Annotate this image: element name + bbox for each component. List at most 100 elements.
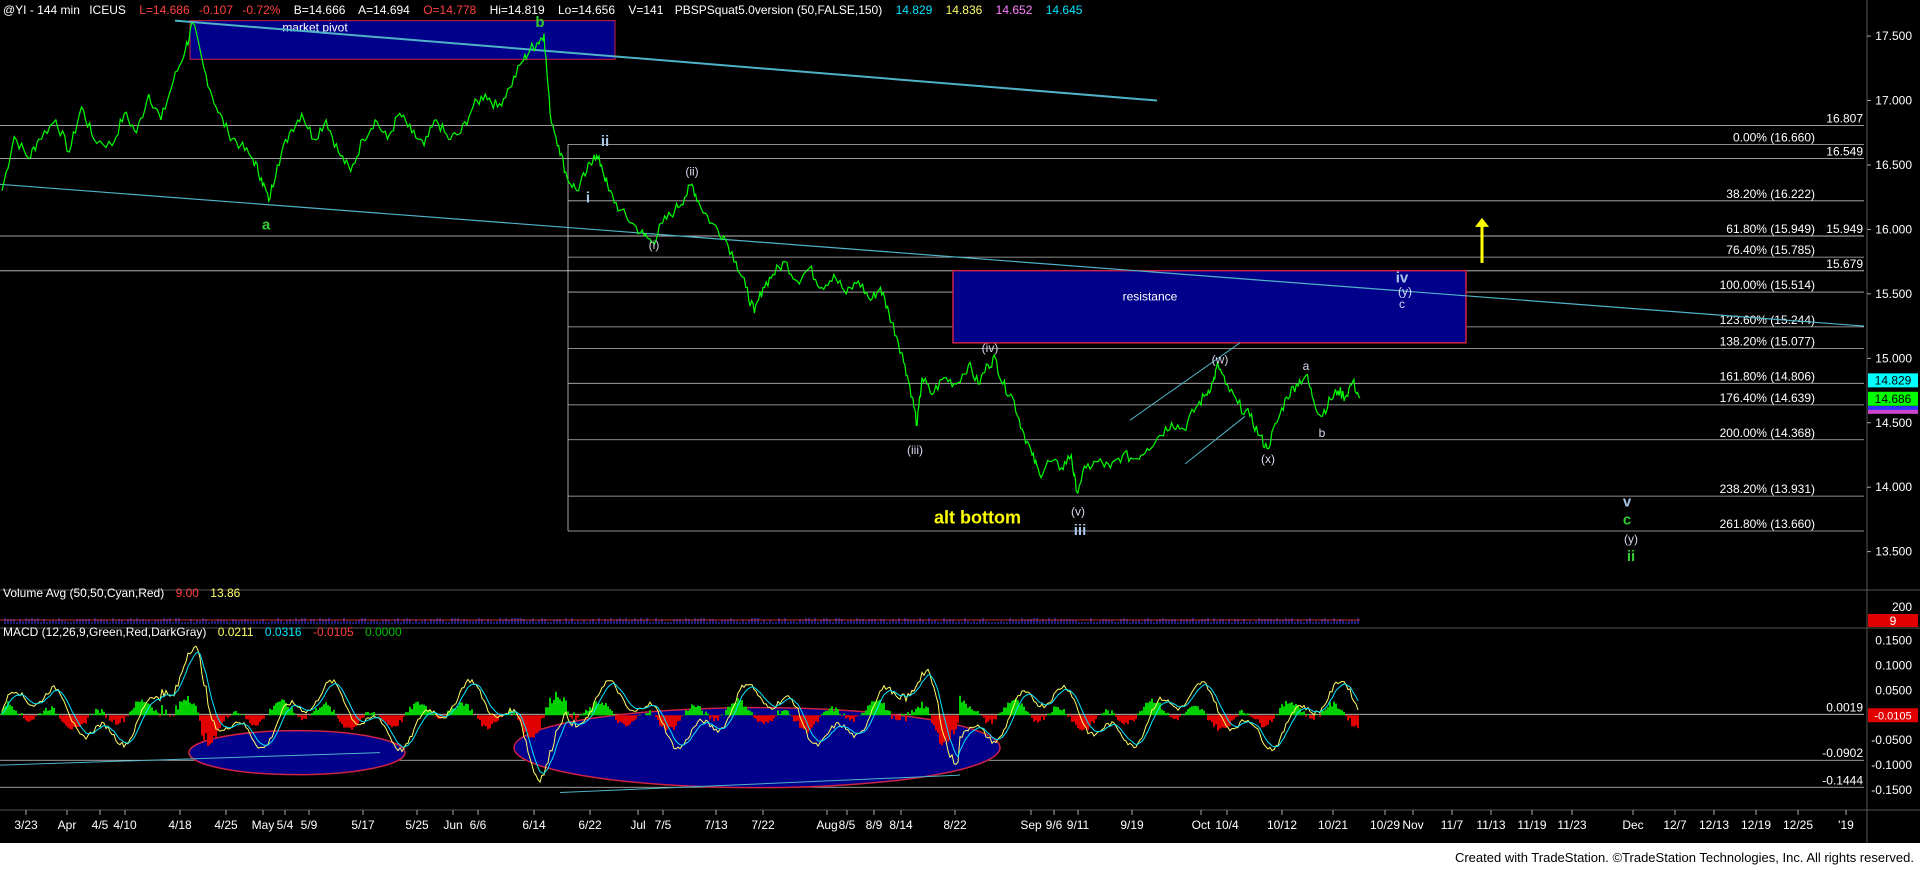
fib-label: 123.60% (15.244) <box>1720 313 1815 327</box>
macd-axis-label: 0.1000 <box>1875 658 1912 672</box>
time-axis-label: 5/4 <box>277 818 294 832</box>
time-axis-label: Apr <box>58 818 77 832</box>
time-axis-label: 8/22 <box>943 818 967 832</box>
time-axis-label: 11/13 <box>1476 818 1505 832</box>
fib-label: 0.00% (16.660) <box>1733 130 1815 144</box>
price-marker-label: 14.686 <box>1875 392 1912 406</box>
wave-label: v <box>1623 494 1632 511</box>
macd-level-label: -0.0902 <box>1822 746 1863 760</box>
header-last: L=14.686 <box>139 3 190 17</box>
wave-label: (w) <box>1212 353 1229 367</box>
fib-label: 200.00% (14.368) <box>1720 426 1815 440</box>
chart-background <box>0 0 1920 843</box>
time-axis-label: 5/9 <box>301 818 318 832</box>
horizontal-level-label: 15.679 <box>1826 257 1863 271</box>
price-axis-label: 15.000 <box>1875 351 1912 365</box>
footer-bar: Created with TradeStation. ©TradeStation… <box>0 843 1920 870</box>
macd-axis-label: -0.1000 <box>1871 758 1912 772</box>
macd-value-2: 0.0316 <box>265 625 302 639</box>
fib-label: 76.40% (15.785) <box>1726 243 1815 257</box>
horizontal-level-label: 16.807 <box>1826 111 1863 125</box>
marker-swatch <box>1868 406 1918 410</box>
macd-axis-label: 0.0500 <box>1875 683 1912 697</box>
time-axis-label: Nov <box>1402 818 1423 832</box>
footer-copyright: Created with TradeStation. ©TradeStation… <box>1454 850 1914 865</box>
time-axis-label: 4/25 <box>214 818 238 832</box>
price-axis-label: 16.000 <box>1875 222 1912 236</box>
wave-label: (ii) <box>685 164 698 178</box>
wave-label: c <box>1623 512 1631 529</box>
fib-label: 138.20% (15.077) <box>1720 334 1815 348</box>
wave-label: (iv) <box>982 341 999 355</box>
volume-title: Volume Avg (50,50,Cyan,Red) <box>3 586 164 600</box>
time-axis-label: 5/25 <box>405 818 429 832</box>
macd-axis-label: -0.1500 <box>1871 783 1912 797</box>
time-axis-label: 10/12 <box>1267 818 1297 832</box>
time-axis-label: 9/11 <box>1067 818 1090 832</box>
time-axis-label: Jun <box>443 818 462 832</box>
header-change: -0.107 <box>199 3 233 17</box>
wave-label: a <box>1303 359 1310 373</box>
wave-label: i <box>586 189 590 206</box>
time-axis-label: Oct <box>1192 818 1211 832</box>
wave-label: (i) <box>649 238 660 252</box>
time-axis-label: 10/29 <box>1370 818 1400 832</box>
fib-label: 161.80% (14.806) <box>1720 369 1815 383</box>
macd-value-4: 0.0000 <box>365 625 402 639</box>
fib-label: 238.20% (13.931) <box>1720 482 1815 496</box>
alt-bottom-label: alt bottom <box>934 507 1021 527</box>
volume-value-2: 13.86 <box>210 586 240 600</box>
time-axis-label: 12/19 <box>1741 818 1771 832</box>
volume-value-1: 9.00 <box>176 586 200 600</box>
price-axis-label: 15.500 <box>1875 287 1912 301</box>
time-axis-label: 6/22 <box>578 818 602 832</box>
macd-header: MACD (12,26,9,Green,Red,DarkGray) 0.0211… <box>3 625 402 639</box>
header-study-value-3: 14.652 <box>996 3 1033 17</box>
time-axis-label: 11/7 <box>1441 818 1464 832</box>
time-axis-label: 9/6 <box>1046 818 1063 832</box>
price-axis-label: 13.500 <box>1875 545 1912 559</box>
fib-label: 176.40% (14.639) <box>1720 391 1815 405</box>
time-axis-label: 6/14 <box>522 818 546 832</box>
chart-header: @YI - 144 min ICEUS L=14.686 -0.107 -0.7… <box>3 3 1083 17</box>
header-open: O=14.778 <box>423 3 476 17</box>
fib-label: 38.20% (16.222) <box>1726 187 1815 201</box>
time-axis-label: Aug <box>816 818 837 832</box>
header-study-value-1: 14.829 <box>896 3 933 17</box>
header-volume: V=141 <box>628 3 663 17</box>
time-axis-label: Sep <box>1020 818 1042 832</box>
time-axis-label: 8/5 <box>839 818 856 832</box>
price-axis-label: 17.500 <box>1875 29 1912 43</box>
wave-label: (x) <box>1261 452 1275 466</box>
time-axis-label: 11/23 <box>1557 818 1586 832</box>
macd-marker-label: -0.0105 <box>1874 710 1911 722</box>
time-axis-label: 4/10 <box>113 818 137 832</box>
wave-label: ii <box>601 133 609 150</box>
wave-label: ii <box>1627 548 1635 565</box>
macd-value-1: 0.0211 <box>218 625 254 639</box>
header-ask: A=14.694 <box>358 3 410 17</box>
wave-label: a <box>262 217 271 234</box>
marker-swatch <box>1868 409 1918 414</box>
macd-axis-label: -0.0500 <box>1871 733 1912 747</box>
macd-level-label: -0.1444 <box>1822 773 1863 787</box>
time-axis-label: 10/21 <box>1318 818 1348 832</box>
macd-title: MACD (12,26,9,Green,Red,DarkGray) <box>3 625 206 639</box>
time-axis-label: 7/22 <box>751 818 775 832</box>
header-high: Hi=14.819 <box>490 3 545 17</box>
volume-marker-label: 9 <box>1890 614 1897 628</box>
horizontal-level-label: 15.949 <box>1826 222 1863 236</box>
time-axis-label: May <box>252 818 275 832</box>
time-axis-label: 8/9 <box>866 818 883 832</box>
time-axis-label: 3/23 <box>14 818 38 832</box>
header-study: PBSPSquat5.0version (50,FALSE,150) <box>675 3 882 17</box>
time-axis-label: 8/14 <box>889 818 913 832</box>
header-study-value-2: 14.836 <box>946 3 983 17</box>
time-axis-label: Dec <box>1622 818 1643 832</box>
price-axis-label: 14.500 <box>1875 416 1912 430</box>
fib-label: 261.80% (13.660) <box>1720 517 1815 531</box>
horizontal-level-label: 16.549 <box>1826 145 1863 159</box>
resistance-label: resistance <box>1123 289 1178 303</box>
time-axis-label: 9/19 <box>1120 818 1144 832</box>
price-axis-label: 14.000 <box>1875 480 1912 494</box>
